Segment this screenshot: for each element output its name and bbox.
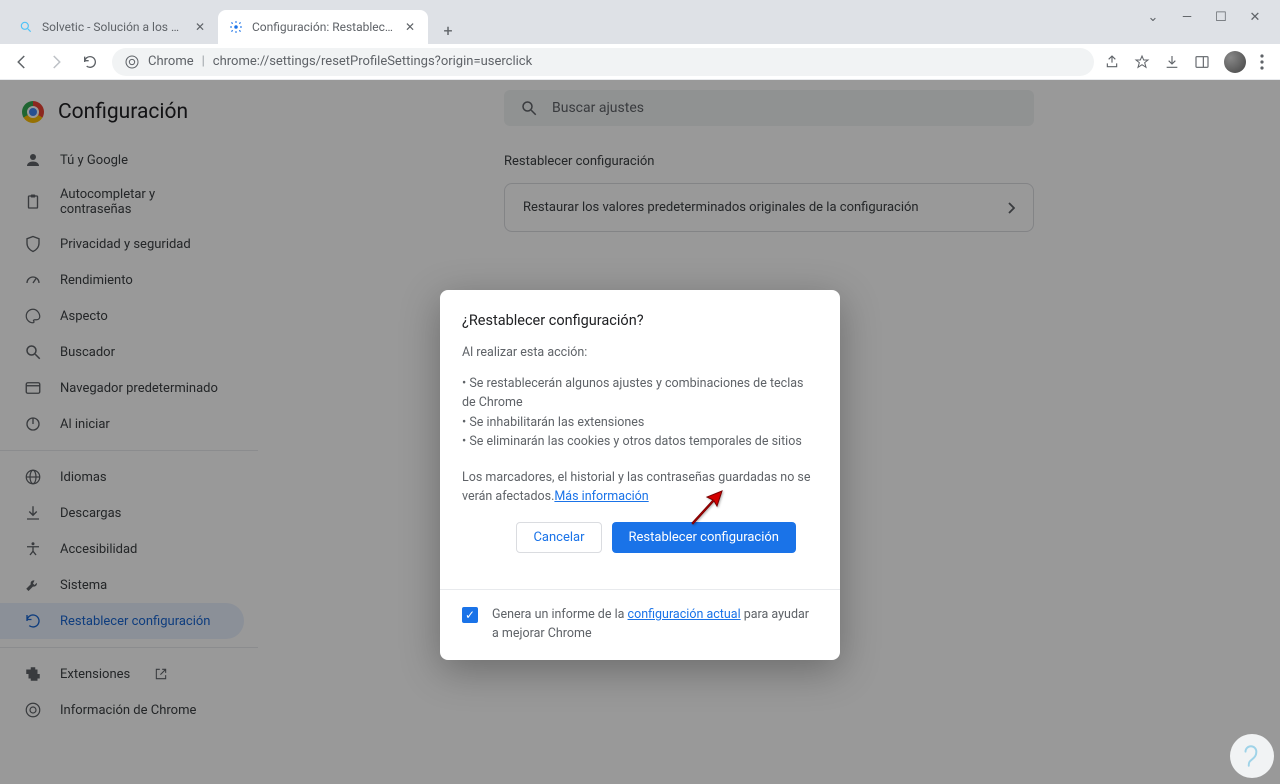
tab-solvetic[interactable]: Solvetic - Solución a los problem ✕ [8,10,218,44]
minimize-icon[interactable]: — [1180,10,1194,25]
omnibox[interactable]: Chrome | chrome://settings/resetProfileS… [112,48,1094,76]
omnibox-url: chrome://settings/resetProfileSettings?o… [213,54,532,69]
reload-button[interactable] [78,50,102,74]
omnibox-prefix: Chrome [148,54,194,69]
reset-dialog: ¿Restablecer configuración? Al realizar … [440,290,840,660]
close-icon[interactable]: ✕ [402,19,418,35]
tab-settings[interactable]: Configuración: Restablecer confi ✕ [218,10,428,44]
maximize-icon[interactable]: ☐ [1214,10,1228,25]
tab-title: Configuración: Restablecer confi [252,20,394,34]
tab-title: Solvetic - Solución a los problem [42,20,184,34]
panel-icon[interactable] [1194,54,1210,70]
cancel-button[interactable]: Cancelar [516,522,601,553]
current-settings-link[interactable]: configuración actual [628,607,741,622]
magnifier-icon [18,19,34,35]
chrome-icon [124,54,140,70]
toolbar: Chrome | chrome://settings/resetProfileS… [0,44,1280,80]
watermark-bubble [1230,734,1274,778]
window-close-icon[interactable]: ✕ [1248,10,1262,25]
download-icon[interactable] [1164,54,1180,70]
close-icon[interactable]: ✕ [192,19,208,35]
bookmark-icon[interactable] [1134,54,1150,70]
dialog-subtitle: Al realizar esta acción: [462,345,818,360]
dialog-title: ¿Restablecer configuración? [462,312,818,329]
avatar[interactable] [1224,51,1246,73]
forward-button[interactable] [44,50,68,74]
share-icon[interactable] [1104,54,1120,70]
dialog-note: Los marcadores, el historial y las contr… [462,468,818,507]
back-button[interactable] [10,50,34,74]
reset-confirm-button[interactable]: Restablecer configuración [612,522,796,553]
dialog-bullets: • Se restablecerán algunos ajustes y com… [462,374,818,452]
modal-overlay: ¿Restablecer configuración? Al realizar … [0,80,1280,784]
collapse-icon[interactable]: ⌄ [1146,10,1160,25]
gear-icon [228,19,244,35]
tab-strip: Solvetic - Solución a los problem ✕ Conf… [0,8,1280,44]
more-info-link[interactable]: Más información [554,489,648,504]
report-checkbox[interactable]: ✓ [462,607,478,623]
menu-icon[interactable] [1260,54,1264,70]
new-tab-button[interactable]: + [434,16,462,44]
report-label: Genera un informe de la configuración ac… [492,606,818,644]
